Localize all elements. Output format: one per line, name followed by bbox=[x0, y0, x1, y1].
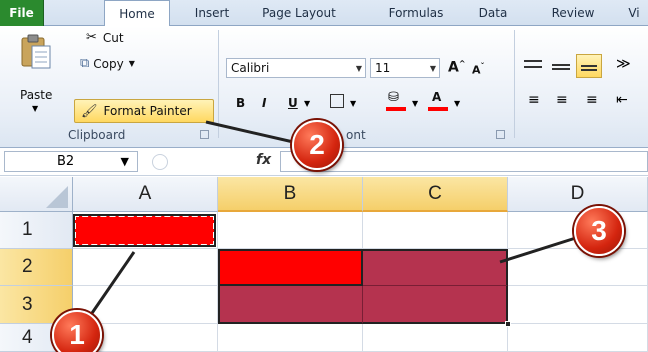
fill-handle[interactable] bbox=[505, 321, 511, 327]
paste-icon bbox=[21, 34, 51, 69]
copy-label: Copy bbox=[93, 56, 124, 71]
cell-a1[interactable] bbox=[73, 212, 218, 249]
column-header-a[interactable]: A bbox=[73, 177, 218, 212]
clipboard-dialog-launcher-icon[interactable] bbox=[200, 130, 209, 139]
callout-badge-3: 3 bbox=[574, 206, 624, 256]
fill-color-button[interactable]: ⛁ bbox=[386, 90, 408, 112]
format-painter-button[interactable]: 🖌 Format Painter bbox=[74, 99, 214, 123]
chevron-down-icon: ▼ bbox=[454, 99, 461, 108]
cell-c4[interactable] bbox=[363, 324, 508, 352]
font-color-letter: A bbox=[432, 90, 442, 104]
tab-page-layout[interactable]: Page Layout bbox=[252, 0, 346, 26]
cell-d2[interactable] bbox=[508, 249, 648, 286]
cell-b1[interactable] bbox=[218, 212, 363, 249]
font-name-combo[interactable]: Calibri ▼ bbox=[226, 58, 366, 78]
column-header-b[interactable]: B bbox=[218, 177, 363, 212]
paint-bucket-icon: ⛁ bbox=[388, 90, 399, 105]
align-center-icon[interactable]: ≡ bbox=[556, 92, 568, 108]
column-header-d[interactable]: D bbox=[508, 177, 648, 212]
shrink-font-button[interactable]: Aˇ bbox=[472, 62, 485, 77]
align-left-icon[interactable]: ≡ bbox=[528, 92, 540, 108]
chevron-down-icon: ▼ bbox=[412, 99, 419, 108]
cell-c1[interactable] bbox=[363, 212, 508, 249]
cell-b2[interactable] bbox=[218, 249, 363, 286]
tab-insert[interactable]: Insert bbox=[182, 0, 242, 26]
insert-function-button[interactable]: fx bbox=[256, 152, 271, 168]
tab-file[interactable]: File bbox=[0, 0, 44, 26]
scissors-icon: ✂ bbox=[86, 30, 97, 45]
align-top-icon bbox=[524, 60, 542, 68]
cell-a2[interactable] bbox=[73, 249, 218, 286]
borders-icon[interactable] bbox=[330, 94, 344, 108]
clipboard-group-label: Clipboard bbox=[68, 128, 126, 142]
cell-d4[interactable] bbox=[508, 324, 648, 352]
align-bottom-icon bbox=[581, 65, 597, 71]
name-box[interactable]: B2 ▼ bbox=[4, 151, 138, 172]
copy-button[interactable]: ⧉ Copy ▼ bbox=[80, 56, 135, 71]
chevron-down-icon: ▼ bbox=[120, 155, 129, 168]
name-box-value: B2 bbox=[57, 154, 75, 169]
orientation-icon[interactable]: ≫ bbox=[616, 56, 631, 72]
group-divider bbox=[218, 30, 219, 138]
decrease-indent-icon[interactable]: ⇤ bbox=[616, 92, 628, 108]
font-size-combo[interactable]: 11 ▼ bbox=[370, 58, 440, 78]
cut-label: Cut bbox=[102, 30, 124, 45]
ribbon-tab-bar: File Home Insert Page Layout Formulas Da… bbox=[0, 0, 648, 27]
formula-bar-handle-icon[interactable] bbox=[152, 154, 168, 170]
callout-badge-1: 1 bbox=[52, 310, 102, 352]
cell-c2[interactable] bbox=[363, 249, 508, 286]
fill-color-swatch bbox=[386, 107, 406, 111]
font-name-value: Calibri bbox=[231, 61, 270, 75]
chevron-down-icon: ▼ bbox=[429, 63, 436, 73]
callout-badge-2: 2 bbox=[292, 120, 342, 170]
chevron-down-icon: ▼ bbox=[32, 104, 39, 113]
align-right-icon[interactable]: ≡ bbox=[586, 92, 598, 108]
font-size-value: 11 bbox=[375, 61, 391, 75]
group-divider bbox=[514, 30, 515, 138]
font-group-label: ont bbox=[346, 128, 366, 142]
align-middle-button[interactable] bbox=[552, 56, 570, 74]
font-color-button[interactable]: A bbox=[428, 90, 450, 112]
chevron-down-icon: ▼ bbox=[355, 63, 362, 73]
cell-a1-fill bbox=[73, 214, 216, 247]
bold-button[interactable]: B bbox=[236, 96, 245, 110]
underline-button[interactable]: U bbox=[288, 96, 298, 110]
font-dialog-launcher-icon[interactable] bbox=[496, 130, 505, 139]
cut-button[interactable]: ✂ Cut bbox=[86, 30, 124, 45]
select-all-corner[interactable] bbox=[0, 177, 73, 212]
tab-review[interactable]: Review bbox=[540, 0, 606, 26]
row-header-2[interactable]: 2 bbox=[0, 249, 73, 286]
align-bottom-button[interactable] bbox=[576, 54, 602, 78]
paste-button[interactable]: Paste ▼ bbox=[16, 30, 56, 118]
grow-font-button[interactable]: A^ bbox=[448, 59, 466, 76]
italic-button[interactable]: I bbox=[262, 96, 266, 110]
tab-home[interactable]: Home bbox=[104, 0, 170, 27]
tab-view[interactable]: Vi bbox=[620, 0, 648, 26]
row-header-1[interactable]: 1 bbox=[0, 212, 73, 249]
chevron-down-icon: ▼ bbox=[128, 59, 135, 68]
tab-formulas[interactable]: Formulas bbox=[378, 0, 454, 26]
cell-c3[interactable] bbox=[363, 286, 508, 324]
align-middle-icon bbox=[552, 64, 570, 70]
paintbrush-icon: 🖌 bbox=[81, 103, 98, 119]
tab-data[interactable]: Data bbox=[468, 0, 518, 26]
cell-d3[interactable] bbox=[508, 286, 648, 324]
format-painter-label: Format Painter bbox=[103, 104, 192, 118]
chevron-down-icon: ▼ bbox=[304, 99, 311, 108]
column-header-c[interactable]: C bbox=[363, 177, 508, 212]
select-all-triangle-icon bbox=[46, 186, 68, 208]
cell-b4[interactable] bbox=[218, 324, 363, 352]
cell-b3[interactable] bbox=[218, 286, 363, 324]
paste-label: Paste bbox=[20, 88, 53, 102]
excel-window: File Home Insert Page Layout Formulas Da… bbox=[0, 0, 648, 352]
align-top-button[interactable] bbox=[524, 56, 542, 74]
chevron-down-icon: ▼ bbox=[350, 99, 357, 108]
copy-icon: ⧉ bbox=[80, 56, 90, 71]
font-color-swatch bbox=[428, 107, 448, 111]
